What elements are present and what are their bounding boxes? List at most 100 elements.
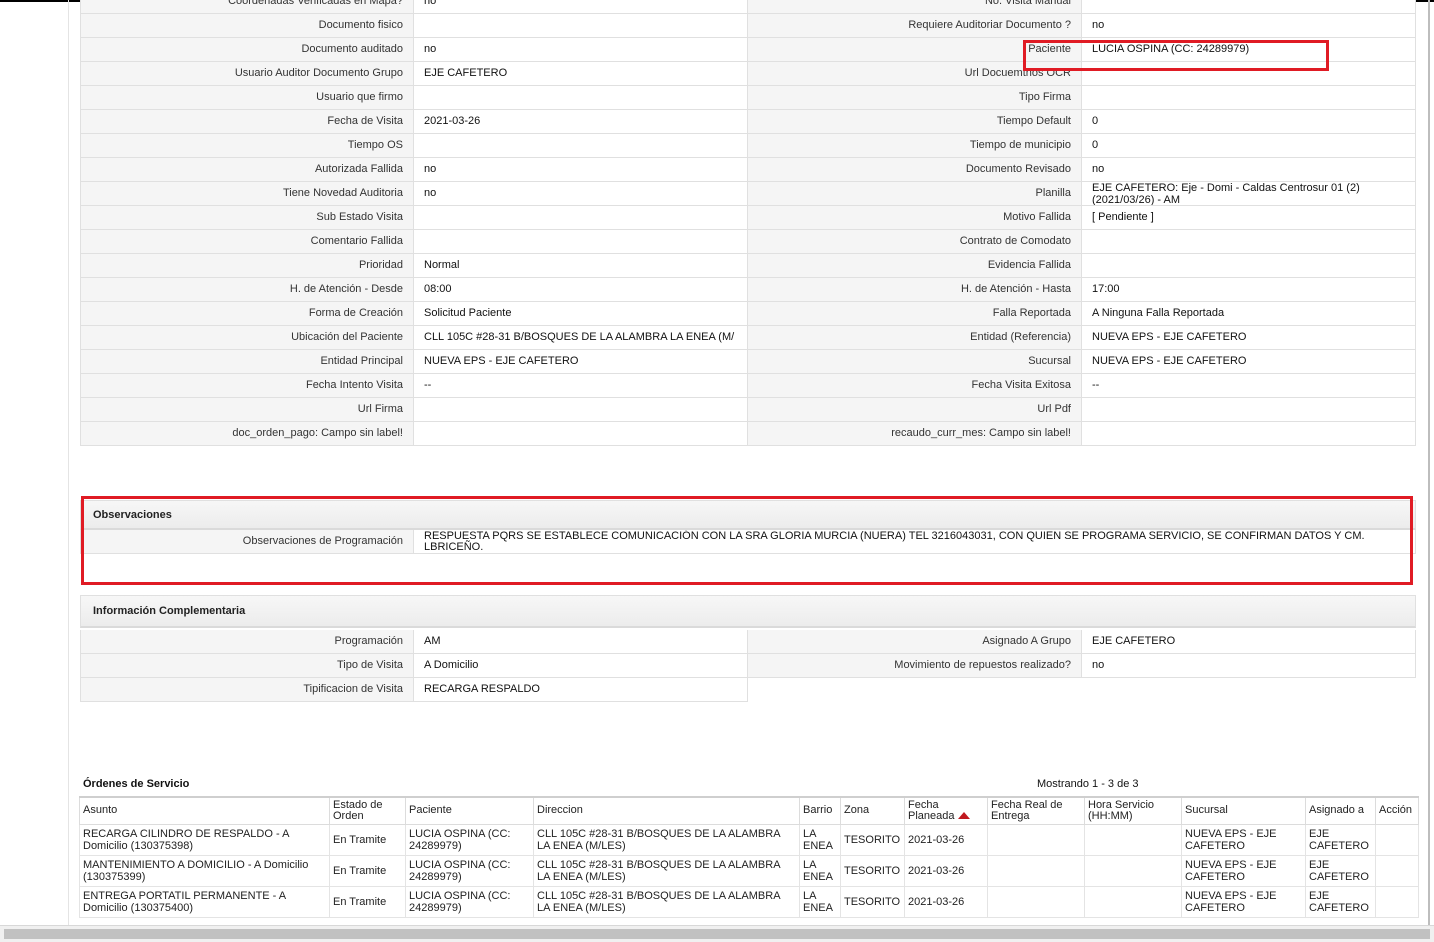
column-header-label: Zona	[844, 804, 870, 817]
field-value-requiere-auditoriar-documento: no	[1082, 14, 1416, 38]
cell-barrio: LA ENEA	[799, 823, 841, 856]
field-value-h-de-atencion-hasta: 17:00	[1082, 278, 1416, 302]
cell-accion[interactable]	[1375, 823, 1419, 856]
table-row[interactable]: ENTREGA PORTATIL PERMANENTE - A Domicili…	[79, 885, 1419, 918]
field-label-coordenadas-verificadas-en-mapa: Coordenadas Verificadas en Mapa?	[80, 0, 414, 14]
cell-asignado-a: EJE CAFETERO	[1305, 823, 1376, 856]
field-value-falla-reportada: A Ninguna Falla Reportada	[1082, 302, 1416, 326]
field-label-url-pdf: Url Pdf	[748, 398, 1082, 422]
column-header-label: Estado de Orden	[333, 798, 383, 822]
cell-paciente: LUCIA OSPINA (CC: 24289979)	[405, 885, 534, 918]
field-value-forma-de-creacion: Solicitud Paciente	[414, 302, 748, 326]
cell-fecha-planeada: 2021-03-26	[904, 885, 988, 918]
cell-asunto: ENTREGA PORTATIL PERMANENTE - A Domicili…	[79, 885, 330, 918]
table-row[interactable]: RECARGA CILINDRO DE RESPALDO - A Domicil…	[79, 823, 1419, 856]
field-label-autorizada-fallida: Autorizada Fallida	[80, 158, 414, 182]
column-header-estado-de-orden[interactable]: Estado de Orden	[329, 796, 406, 825]
field-value-coordenadas-verificadas-en-mapa: no	[414, 0, 748, 14]
field-value-fecha-de-visita: 2021-03-26	[414, 110, 748, 134]
field-value-no-visita-manual	[1082, 0, 1416, 14]
field-label-falla-reportada: Falla Reportada	[748, 302, 1082, 326]
cell-asunto: RECARGA CILINDRO DE RESPALDO - A Domicil…	[79, 823, 330, 856]
cell-accion[interactable]	[1375, 885, 1419, 918]
cell-sucursal: NUEVA EPS - EJE CAFETERO	[1181, 823, 1306, 856]
column-header-direccion[interactable]: Direccion	[533, 796, 800, 825]
field-value-ubicacion-del-paciente: CLL 105C #28-31 B/BOSQUES DE LA ALAMBRA …	[414, 326, 748, 350]
column-header-label: Fecha Planeada	[908, 798, 955, 822]
paciente-highlight-box	[1023, 40, 1329, 71]
complementaria-heading: Información Complementaria	[80, 595, 1416, 628]
cell-asignado-a: EJE CAFETERO	[1305, 854, 1376, 887]
field-value-tiene-novedad-auditoria: no	[414, 182, 748, 206]
cell-direccion: CLL 105C #28-31 B/BOSQUES DE LA ALAMBRA …	[533, 823, 800, 856]
field-value-sucursal: NUEVA EPS - EJE CAFETERO	[1082, 350, 1416, 374]
field-label-recaudo-curr-mes-campo-sin-label: recaudo_curr_mes: Campo sin label!	[748, 422, 1082, 446]
cell-hora-servicio-hh-mm	[1084, 885, 1182, 918]
field-value-movimiento-de-repuestos-realizado: no	[1082, 654, 1416, 678]
field-label-doc-orden-pago-campo-sin-label: doc_orden_pago: Campo sin label!	[80, 422, 414, 446]
cell-sucursal: NUEVA EPS - EJE CAFETERO	[1181, 885, 1306, 918]
cell-zona: TESORITO	[840, 823, 905, 856]
column-header-label: Fecha Real de Entrega	[991, 798, 1063, 822]
field-value-url-pdf	[1082, 398, 1416, 422]
content-left-border	[68, 0, 69, 925]
field-value-tiempo-os	[414, 134, 748, 158]
complementaria-section: Información Complementaria Programación A…	[80, 595, 1416, 702]
column-header-hora-servicio-hh-mm[interactable]: Hora Servicio (HH:MM)	[1084, 796, 1182, 825]
cell-accion[interactable]	[1375, 854, 1419, 887]
horizontal-scrollbar[interactable]	[0, 925, 1434, 942]
field-label-documento-fisico: Documento fisico	[80, 14, 414, 38]
field-value-comentario-fallida	[414, 230, 748, 254]
column-header-asignado-a[interactable]: Asignado a	[1305, 796, 1376, 825]
field-value-tipificacion-de-visita: RECARGA RESPALDO	[414, 678, 748, 702]
field-value-asignado-a-grupo: EJE CAFETERO	[1082, 630, 1416, 654]
horizontal-scrollbar-thumb[interactable]	[4, 929, 1430, 939]
cell-paciente: LUCIA OSPINA (CC: 24289979)	[405, 854, 534, 887]
orders-table: Asunto Estado de Orden Paciente Direccion Ba…	[79, 796, 1419, 918]
field-label-programacion: Programación	[80, 630, 414, 654]
field-value-tipo-firma	[1082, 86, 1416, 110]
field-value-documento-fisico	[414, 14, 748, 38]
column-header-label: Hora Servicio (HH:MM)	[1088, 798, 1155, 822]
field-label-usuario-que-firmo: Usuario que firmo	[80, 86, 414, 110]
column-header-barrio[interactable]: Barrio	[799, 796, 841, 825]
field-label-sucursal: Sucursal	[748, 350, 1082, 374]
field-label-entidad-referencia: Entidad (Referencia)	[748, 326, 1082, 350]
cell-asignado-a: EJE CAFETERO	[1305, 885, 1376, 918]
field-label-contrato-de-comodato: Contrato de Comodato	[748, 230, 1082, 254]
field-label-h-de-atencion-desde: H. de Atención - Desde	[80, 278, 414, 302]
cell-barrio: LA ENEA	[799, 854, 841, 887]
column-header-fecha-planeada[interactable]: Fecha Planeada	[904, 796, 988, 825]
field-label-motivo-fallida: Motivo Fallida	[748, 206, 1082, 230]
field-label-tiempo-default: Tiempo Default	[748, 110, 1082, 134]
column-header-accion[interactable]: Acción	[1375, 796, 1419, 825]
column-header-label: Asignado a	[1309, 804, 1365, 817]
field-label-tiene-novedad-auditoria: Tiene Novedad Auditoria	[80, 182, 414, 206]
cell-fecha-real-de-entrega	[987, 823, 1085, 856]
column-header-label: Acción	[1379, 804, 1413, 817]
field-label-documento-revisado: Documento Revisado	[748, 158, 1082, 182]
cell-hora-servicio-hh-mm	[1084, 823, 1182, 856]
cell-hora-servicio-hh-mm	[1084, 854, 1182, 887]
cell-estado-de-orden: En Tramite	[329, 823, 406, 856]
field-label-prioridad: Prioridad	[80, 254, 414, 278]
column-header-fecha-real-de-entrega[interactable]: Fecha Real de Entrega	[987, 796, 1085, 825]
field-label-ubicacion-del-paciente: Ubicación del Paciente	[80, 326, 414, 350]
field-label-usuario-auditor-documento-grupo: Usuario Auditor Documento Grupo	[80, 62, 414, 86]
column-header-label: Barrio	[803, 804, 833, 817]
column-header-asunto[interactable]: Asunto	[79, 796, 330, 825]
column-header-paciente[interactable]: Paciente	[405, 796, 534, 825]
table-row[interactable]: MANTENIMIENTO A DOMICILIO - A Domicilio …	[79, 854, 1419, 887]
column-header-sucursal[interactable]: Sucursal	[1181, 796, 1306, 825]
field-value-tiempo-default: 0	[1082, 110, 1416, 134]
field-label-planilla: Planilla	[748, 182, 1082, 206]
field-value-planilla: EJE CAFETERO: Eje - Domi - Caldas Centro…	[1082, 182, 1416, 206]
column-header-label: Sucursal	[1185, 804, 1228, 817]
field-label-requiere-auditoriar-documento: Requiere Auditoriar Documento ?	[748, 14, 1082, 38]
field-value-url-firma	[414, 398, 748, 422]
column-header-zona[interactable]: Zona	[840, 796, 905, 825]
vertical-scrollbar[interactable]	[1428, 0, 1430, 925]
field-value-usuario-que-firmo	[414, 86, 748, 110]
field-label-movimiento-de-repuestos-realizado: Movimiento de repuestos realizado?	[748, 654, 1082, 678]
field-label-fecha-de-visita: Fecha de Visita	[80, 110, 414, 134]
